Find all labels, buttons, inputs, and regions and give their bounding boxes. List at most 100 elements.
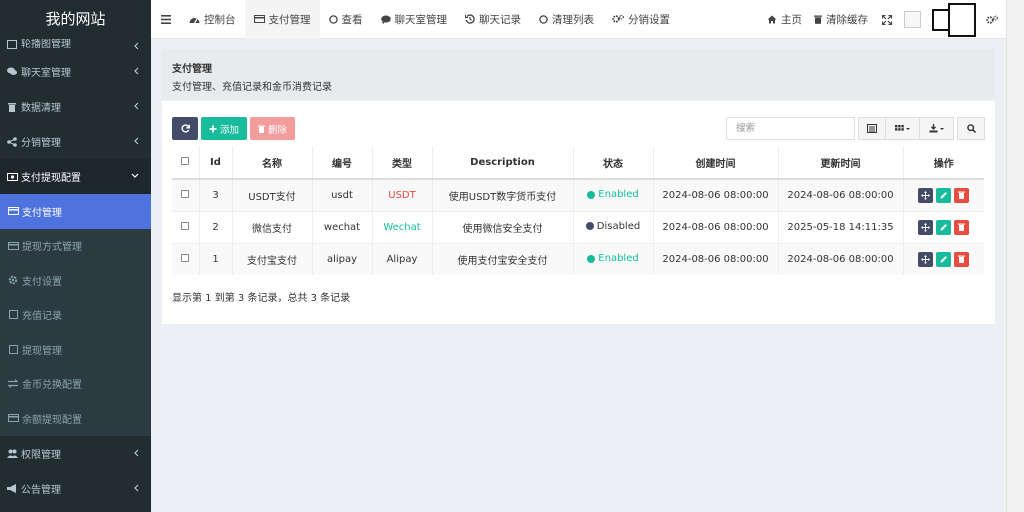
status-badge: Enabled (587, 253, 639, 264)
sidebar-item-distribution[interactable]: 分销管理 (0, 124, 151, 159)
tab-view[interactable]: 查看 (320, 0, 372, 39)
refresh-button[interactable] (172, 117, 198, 140)
money-icon (6, 171, 18, 183)
cell-description: 使用支付宝安全支付 (432, 242, 574, 275)
sidebar-item-label: 权限管理 (21, 449, 61, 461)
column-header[interactable]: 更新时间 (778, 146, 904, 180)
column-header: 操作 (903, 146, 984, 180)
control-sidebar-button[interactable] (982, 0, 1006, 39)
app-logo[interactable]: 我的网站 (0, 0, 151, 39)
sidebar-subitem-recharge-records[interactable]: 充值记录 (0, 297, 151, 332)
sidebar-subitem-payment-manage[interactable]: 支付管理 (0, 194, 151, 229)
clear-cache-button[interactable]: 清除缓存 (808, 0, 874, 39)
status-text: Enabled (598, 253, 639, 264)
row-checkbox[interactable] (181, 253, 190, 262)
table-row[interactable]: 1 支付宝支付 alipay Alipay 使用支付宝安全支付 Enabled … (172, 242, 984, 275)
cell-actions (903, 242, 984, 275)
delete-row-button[interactable] (954, 187, 970, 203)
table-view-controls (858, 117, 985, 140)
delete-button[interactable]: 删除 (250, 117, 296, 140)
edit-button[interactable] (936, 187, 952, 203)
chevron-left-icon (134, 137, 139, 145)
tab-payment-manage[interactable]: 支付管理 (244, 0, 320, 39)
type-label: Wechat (383, 221, 421, 233)
row-select-cell (172, 242, 200, 275)
search-input[interactable]: 搜索 (726, 117, 855, 140)
cell-description: 使用USDT数字货币支付 (432, 178, 574, 211)
fullscreen-button[interactable] (874, 0, 900, 39)
column-header[interactable]: Id (199, 146, 233, 180)
column-header[interactable]: 类型 (372, 146, 433, 180)
sidebar-subitem-balance-withdraw[interactable]: 余额提现配置 (0, 401, 151, 436)
sidebar-subitem-payment-settings[interactable]: 支付设置 (0, 263, 151, 298)
plus-icon (209, 125, 217, 133)
cell-code: wechat (312, 210, 373, 243)
sidebar-item-permissions[interactable]: 权限管理 (0, 436, 151, 471)
pencil-icon (940, 223, 948, 231)
page-scrollbar[interactable] (1006, 0, 1024, 512)
columns-button[interactable] (885, 117, 920, 140)
status-badge: Enabled (587, 189, 639, 200)
type-label: Alipay (386, 253, 418, 265)
column-header[interactable]: Description (432, 146, 574, 180)
table-row[interactable]: 2 微信支付 wechat Wechat 使用微信安全支付 Disabled 2… (172, 210, 984, 243)
row-actions (918, 251, 970, 267)
home-link[interactable]: 主页 (761, 0, 808, 39)
drag-sort-button[interactable] (918, 251, 934, 267)
toggle-view-button[interactable] (858, 117, 886, 140)
column-header[interactable]: 编号 (312, 146, 373, 180)
edit-button[interactable] (936, 219, 952, 235)
advanced-search-button[interactable] (957, 117, 985, 140)
download-icon (929, 124, 945, 133)
sidebar-menu: 轮播图管理 聊天室管理 数据清理 分销管理 支付提现配置 支付管理 提现方式管理… (0, 25, 151, 506)
add-button[interactable]: 添加 (201, 117, 248, 140)
gears-icon (612, 14, 624, 24)
tab-distribution-settings[interactable]: 分销设置 (603, 0, 679, 39)
tab-dashboard[interactable]: 控制台 (180, 0, 245, 39)
sidebar-subitem-coin-exchange[interactable]: 金币兑换配置 (0, 366, 151, 401)
tab-chatroom[interactable]: 聊天室管理 (372, 0, 457, 39)
table-header-row: Id 名称 编号 类型 Description 状态 创建时间 更新时间 操作 (172, 146, 984, 180)
row-checkbox[interactable] (181, 189, 190, 198)
cell-description: 使用微信安全支付 (432, 210, 574, 243)
tab-label: 清理列表 (552, 13, 594, 26)
sidebar-subitem-withdraw-methods[interactable]: 提现方式管理 (0, 228, 151, 263)
cell-code: usdt (312, 178, 373, 211)
column-header[interactable]: 创建时间 (653, 146, 779, 180)
export-button[interactable] (919, 117, 954, 140)
list-view-icon (867, 124, 877, 133)
column-header[interactable]: 状态 (573, 146, 654, 180)
table-row[interactable]: 3 USDT支付 usdt USDT 使用USDT数字货币支付 Enabled … (172, 178, 984, 211)
sidebar-subitem-withdraw-manage[interactable]: 提现管理 (0, 332, 151, 367)
sidebar-item-label: 充值记录 (22, 311, 62, 323)
cell-created-time: 2024-08-06 08:00:00 (653, 210, 779, 243)
sidebar-item-label: 金币兑换配置 (22, 380, 82, 392)
sidebar-item-label: 聊天室管理 (21, 68, 71, 79)
pencil-icon (940, 255, 948, 263)
hamburger-icon (161, 14, 171, 24)
sidebar-item-data-clean[interactable]: 数据清理 (0, 89, 151, 124)
grid-icon (894, 124, 911, 133)
tab-clean-list[interactable]: 清理列表 (530, 0, 603, 39)
cell-name: 微信支付 (232, 210, 313, 243)
sidebar-item-chatroom[interactable]: 聊天室管理 (0, 54, 151, 89)
users-icon (6, 447, 18, 459)
sidebar-item-announcements[interactable]: 公告管理 (0, 471, 151, 506)
tab-chat-history[interactable]: 聊天记录 (456, 0, 530, 39)
select-all-checkbox[interactable] (181, 156, 190, 165)
broken-image-icon[interactable] (904, 11, 921, 28)
edit-button[interactable] (936, 251, 952, 267)
comments-icon (380, 15, 391, 24)
sidebar-item-payment-config[interactable]: 支付提现配置 (0, 159, 151, 194)
payment-table: Id 名称 编号 类型 Description 状态 创建时间 更新时间 操作 … (172, 146, 984, 275)
sidebar-toggle-button[interactable] (151, 0, 180, 39)
cell-actions (903, 210, 984, 243)
drag-sort-button[interactable] (918, 187, 934, 203)
delete-row-button[interactable] (954, 219, 970, 235)
user-menu-box[interactable] (948, 2, 976, 37)
column-header[interactable]: 名称 (232, 146, 313, 180)
delete-row-button[interactable] (954, 251, 970, 267)
row-checkbox[interactable] (181, 221, 190, 230)
drag-sort-button[interactable] (918, 219, 934, 235)
file-icon (7, 309, 19, 321)
